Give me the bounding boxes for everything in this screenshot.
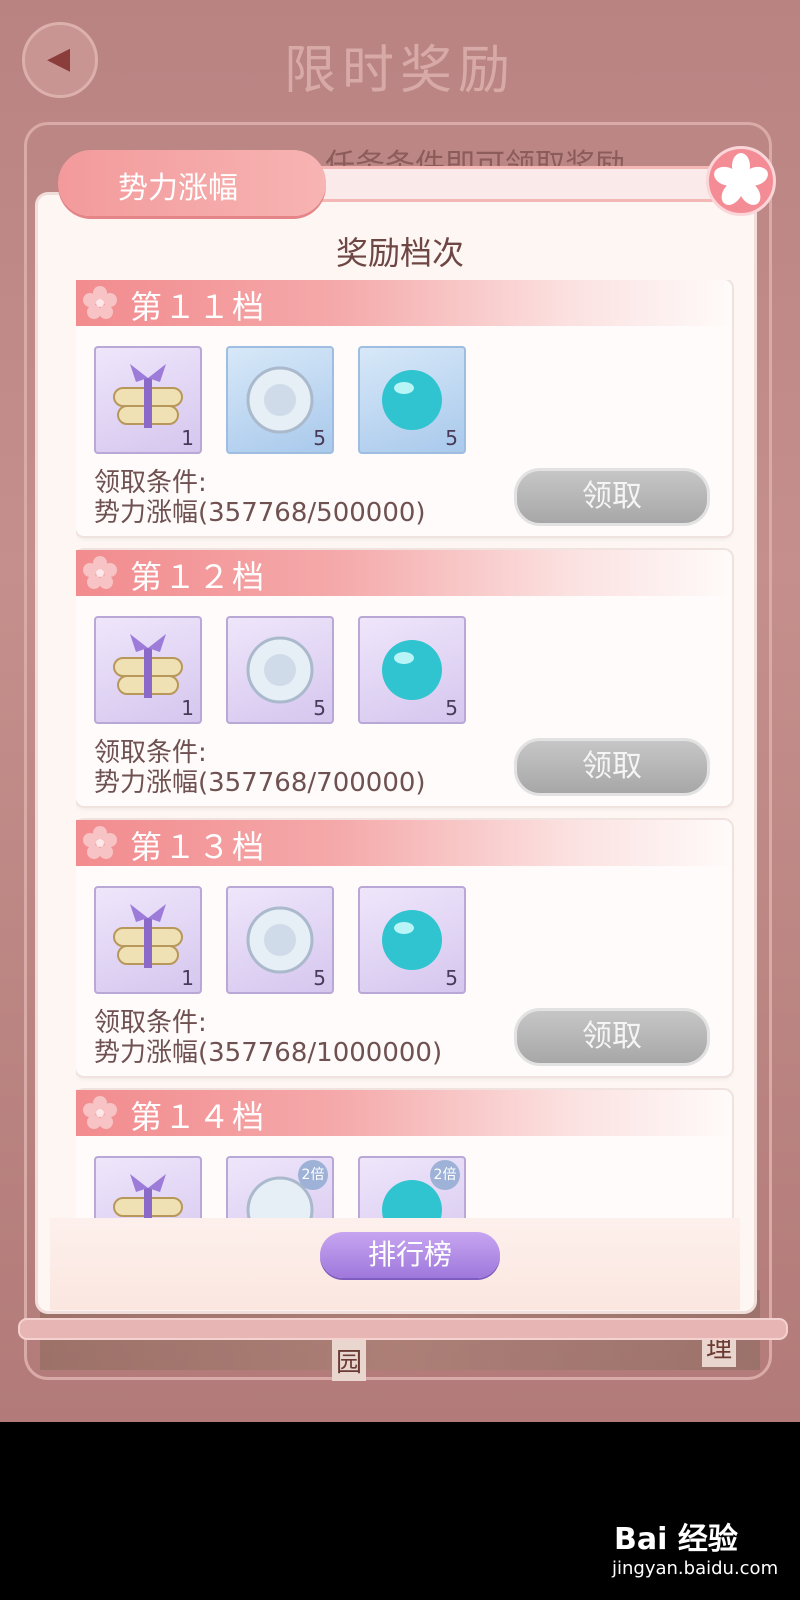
tier-header: 第１３档 — [76, 820, 734, 866]
reward-item-coin[interactable]: 5 — [226, 886, 334, 994]
condition-value: 势力涨幅(357768/700000) — [94, 768, 426, 798]
background-char: 园 — [332, 1340, 367, 1381]
reward-item-coin[interactable]: 5 — [226, 616, 334, 724]
reward-item-orb[interactable]: 5 — [358, 886, 466, 994]
tier-header: 第１１档 — [76, 280, 734, 326]
claim-button[interactable]: 领取 — [514, 738, 710, 796]
item-count: 5 — [313, 966, 326, 990]
condition-value: 势力涨幅(357768/500000) — [94, 498, 426, 528]
blossom-icon — [83, 826, 117, 859]
background-title: 限时奖励 — [283, 41, 516, 101]
item-count: 1 — [181, 696, 194, 720]
leaderboard-button[interactable]: 排行榜 — [320, 1232, 500, 1278]
reward-item-orb[interactable]: 5 — [358, 346, 466, 454]
item-count: 5 — [445, 696, 458, 720]
watermark-logo: Bai 经验 — [614, 1522, 738, 1557]
tier-title: 第１１档 — [130, 288, 267, 326]
reward-item-orb[interactable]: 5 — [358, 616, 466, 724]
tier-header: 第１２档 — [76, 550, 734, 596]
blossom-icon — [83, 556, 117, 589]
reward-item-coin[interactable]: 5 — [226, 346, 334, 454]
panel-heading: 奖励档次 — [335, 234, 464, 272]
reward-item-gift[interactable]: 1 — [94, 346, 202, 454]
tier-title: 第１３档 — [130, 828, 267, 866]
close-button[interactable] — [706, 146, 776, 216]
tier-title: 第１４档 — [130, 1098, 267, 1136]
tab-label: 势力涨幅 — [118, 171, 238, 206]
item-count: 1 — [181, 966, 194, 990]
double-badge: 2倍 — [430, 1160, 460, 1190]
item-count: 5 — [313, 426, 326, 450]
gift-scroll-bundle-icon — [113, 1174, 183, 1218]
item-count: 5 — [445, 426, 458, 450]
reward-item-gift[interactable]: 1 — [94, 616, 202, 724]
reward-item-orb[interactable]: 2倍 — [358, 1156, 466, 1218]
tier-card: 第１２档 1 5 5 领取条件: 势力涨幅(357768/700000) 领取 — [76, 550, 734, 806]
watermark-url: jingyan.baidu.com — [612, 1558, 779, 1579]
blossom-icon — [83, 286, 117, 319]
claim-button[interactable]: 领取 — [514, 468, 710, 526]
item-count: 5 — [313, 696, 326, 720]
item-count: 5 — [445, 966, 458, 990]
tier-title: 第１２档 — [130, 558, 267, 596]
blossom-icon — [83, 1096, 117, 1129]
item-count: 1 — [181, 426, 194, 450]
reward-item-gift[interactable]: 1 — [94, 886, 202, 994]
condition-value: 势力涨幅(357768/1000000) — [94, 1038, 443, 1068]
reward-item-gift[interactable] — [94, 1156, 202, 1218]
bottom-rail — [18, 1318, 788, 1340]
double-badge: 2倍 — [298, 1160, 328, 1190]
tier-card: 第１４档 2倍 2倍 — [76, 1090, 734, 1218]
tier-header: 第１４档 — [76, 1090, 734, 1136]
reward-item-coin[interactable]: 2倍 — [226, 1156, 334, 1218]
tier-card: 第１１档 1 5 5 领取条件: 势力涨幅(357768/500000) 领取 — [76, 280, 734, 536]
tier-list[interactable]: 第１１档 1 5 5 领取条件: 势力涨幅(357768/500000) 领取 … — [76, 280, 736, 1218]
tier-card: 第１３档 1 5 5 领取条件: 势力涨幅(357768/1000000) 领取 — [76, 820, 734, 1076]
tab-bar — [278, 166, 736, 202]
claim-button[interactable]: 领取 — [514, 1008, 710, 1066]
